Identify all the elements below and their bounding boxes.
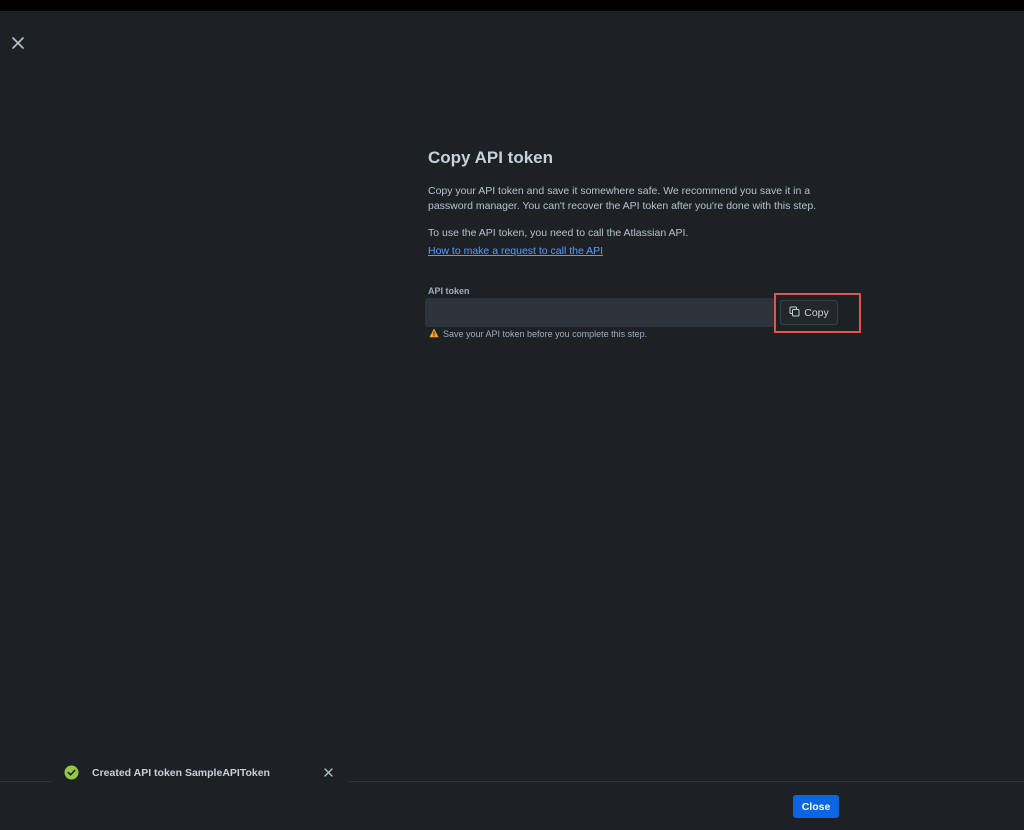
- warning-icon: [429, 328, 439, 340]
- warning-message: Save your API token before you complete …: [429, 328, 647, 340]
- check-circle-icon: [64, 765, 79, 780]
- close-button[interactable]: Close: [793, 795, 839, 818]
- dialog-content: Copy API token Copy your API token and s…: [428, 146, 848, 259]
- description-text: Copy your API token and save it somewher…: [428, 185, 817, 212]
- top-bar: [0, 0, 1024, 11]
- page-title: Copy API token: [428, 148, 553, 167]
- copy-api-token-page: Copy API token Copy your API token and s…: [0, 0, 1024, 830]
- api-note-text: To use the API token, you need to call t…: [428, 227, 689, 239]
- toast-close-icon[interactable]: [322, 766, 334, 778]
- toast-message: Created API token SampleAPIToken: [92, 767, 270, 779]
- success-toast: Created API token SampleAPIToken: [52, 757, 348, 789]
- copy-label: Copy: [804, 306, 829, 319]
- api-token-label: API token: [428, 286, 470, 296]
- warning-text: Save your API token before you complete …: [443, 329, 648, 339]
- copy-icon: [789, 306, 800, 320]
- api-token-field[interactable]: [425, 298, 775, 327]
- help-link[interactable]: How to make a request to call the API: [428, 244, 603, 259]
- close-icon[interactable]: [9, 34, 27, 52]
- copy-button[interactable]: Copy: [780, 300, 838, 325]
